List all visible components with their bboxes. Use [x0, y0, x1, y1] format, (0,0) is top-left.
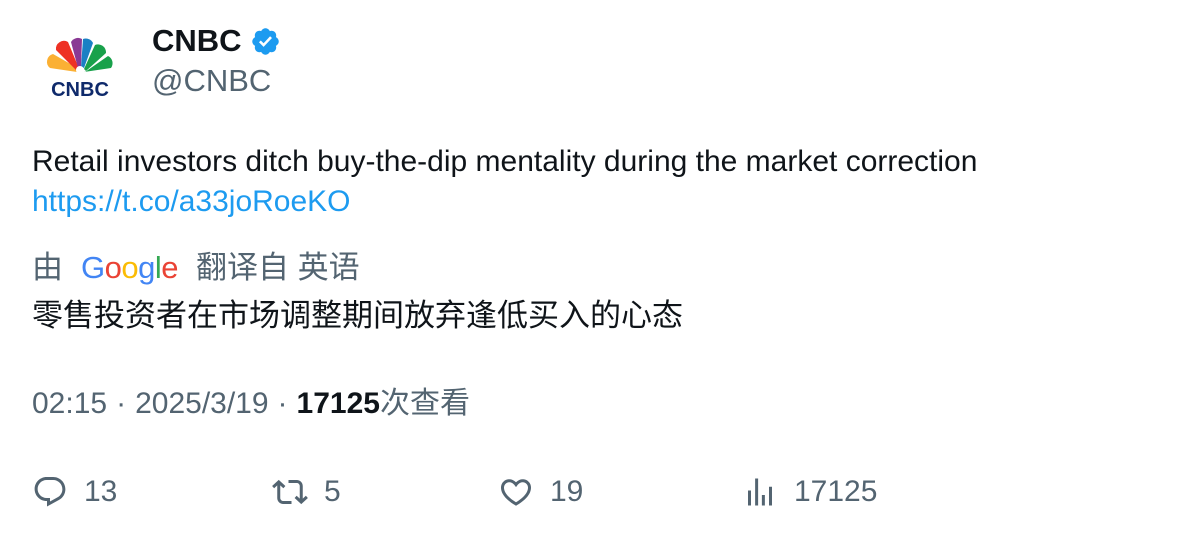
author-name-row: CNBC — [152, 22, 281, 60]
like-count: 19 — [550, 475, 584, 508]
tweet-link[interactable]: https://t.co/a33joRoeKO — [32, 182, 1152, 222]
action-bar: 13 5 19 17125 — [32, 470, 1162, 514]
cnbc-logo-icon: CNBC — [46, 37, 113, 101]
reply-icon — [34, 477, 66, 507]
reply-count: 13 — [84, 475, 118, 508]
reply-button[interactable]: 13 — [32, 470, 117, 514]
views-label: 次查看 — [379, 387, 470, 420]
tweet-date[interactable]: 2025/3/19 — [135, 384, 268, 424]
translation-suffix: 翻译自 英语 — [196, 250, 360, 285]
tweet-meta: 02:15 · 2025/3/19 · 17125 次查看 — [32, 384, 470, 424]
views-action-count: 17125 — [794, 475, 878, 508]
tweet-time[interactable]: 02:15 — [32, 384, 107, 424]
google-logo-icon: Google — [81, 250, 179, 285]
retweet-icon — [272, 479, 308, 505]
tweet-text: Retail investors ditch buy-the-dip menta… — [32, 142, 1152, 222]
meta-separator: · — [277, 387, 288, 420]
tweet-body: Retail investors ditch buy-the-dip menta… — [32, 145, 978, 178]
translation-prefix: 由 — [32, 250, 63, 285]
author-handle[interactable]: @CNBC — [152, 62, 271, 100]
author-name[interactable]: CNBC — [152, 22, 242, 60]
retweet-count: 5 — [324, 475, 341, 508]
author-avatar[interactable]: CNBC — [32, 24, 128, 120]
views-count: 17125 — [296, 387, 380, 420]
meta-separator: · — [116, 387, 127, 420]
verified-badge-icon[interactable] — [250, 26, 281, 57]
translated-text: 零售投资者在市场调整期间放弃逢低买入的心态 — [32, 298, 683, 333]
translation-attribution[interactable]: 由 Google 翻译自 英语 — [32, 248, 360, 288]
retweet-button[interactable]: 5 — [272, 470, 341, 514]
views-button[interactable]: 17125 — [742, 470, 877, 514]
analytics-icon — [748, 478, 772, 506]
like-button[interactable]: 19 — [498, 470, 583, 514]
heart-icon — [500, 479, 532, 506]
cnbc-logo-text: CNBC — [51, 79, 109, 101]
